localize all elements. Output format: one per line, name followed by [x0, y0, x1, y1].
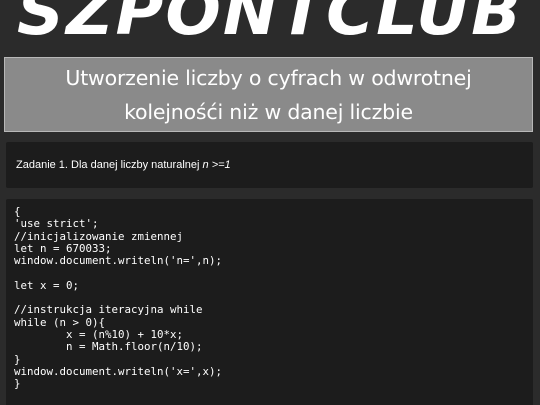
site-logo: SZPONTCLUB [17, 0, 523, 50]
task-description: Zadanie 1. Dla danej liczby naturalnej n… [6, 159, 231, 171]
page-title: Utworzenie liczby o cyfrach w odwrotnej … [65, 65, 472, 124]
task-text: Zadanie 1. Dla danej liczby naturalnej [16, 159, 203, 171]
code-listing: { 'use strict'; //inicjalizowanie zmienn… [14, 205, 223, 391]
task-condition: n >=1 [202, 159, 231, 171]
code-panel: { 'use strict'; //inicjalizowanie zmienn… [6, 199, 533, 405]
page-title-banner: Utworzenie liczby o cyfrach w odwrotnej … [4, 57, 533, 132]
task-panel: Zadanie 1. Dla danej liczby naturalnej n… [6, 142, 533, 188]
